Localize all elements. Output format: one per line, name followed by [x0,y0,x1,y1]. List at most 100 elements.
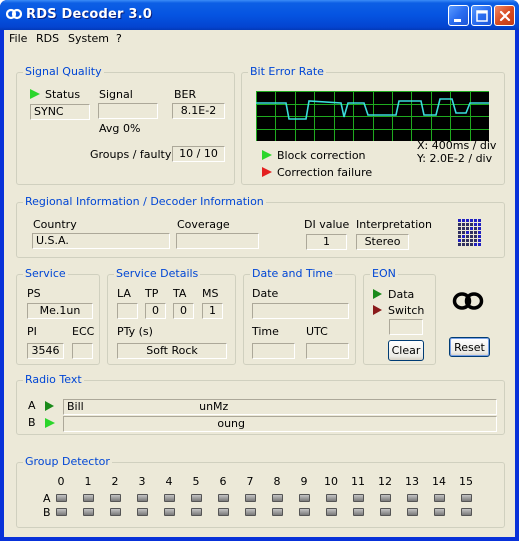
ps-label: PS [27,287,41,300]
gd-led-a-13 [407,494,418,502]
ecc-label: ECC [72,325,95,338]
coverage-value [176,233,259,249]
signal-quality-group: Signal Quality Status SYNC Signal Avg 0%… [16,65,235,185]
matrix-cell [478,243,481,246]
service-details-group: Service Details LA TP 0 TA 0 MS 1 PTy (s… [107,267,236,365]
pty-value: Soft Rock [117,343,227,359]
ber-trace-graph [256,91,490,142]
gd-group-number: 15 [459,475,473,488]
matrix-cell [470,231,473,234]
gd-led-b-8 [272,508,283,516]
minimize-button[interactable] [448,5,469,26]
gd-led-a-0 [56,494,67,502]
matrix-cell [458,219,461,222]
radio-text-a: Bill unMz [63,399,497,415]
eon-data-label: Data [388,288,415,301]
gd-led-a-3 [137,494,148,502]
radio-text-b: oung [63,416,497,432]
ps-value: Me.1un [27,303,93,319]
matrix-cell [474,239,477,242]
y-scale-label: Y: 2.0E-2 / div [417,152,493,165]
matrix-cell [478,231,481,234]
menu-bar: File RDS System ? [4,30,515,48]
menu-rds[interactable]: RDS [36,32,59,45]
group-detector-group: Group Detector A B 0 1 2 3 4 5 6 7 8 9 10 11 12 13 14 1… [16,455,505,528]
matrix-cell [458,223,461,226]
gd-led-b-3 [137,508,148,516]
gd-led-a-7 [245,494,256,502]
client-area: File RDS System ? Signal Quality Status … [4,30,515,537]
gd-led-b-4 [164,508,175,516]
decoder-matrix-icon [457,218,483,248]
title-bar[interactable]: RDS Decoder 3.0 [0,0,519,30]
ms-label: MS [202,287,219,300]
gd-led-a-12 [380,494,391,502]
coverage-label: Coverage [177,218,230,231]
ber-oscilloscope [256,91,490,142]
matrix-cell [470,227,473,230]
gd-led-b-9 [299,508,310,516]
regional-info-title: Regional Information / Decoder Informati… [23,195,266,209]
signal-quality-title: Signal Quality [23,65,104,79]
menu-system[interactable]: System [68,32,109,45]
gd-led-b-1 [83,508,94,516]
window-title: RDS Decoder 3.0 [26,7,153,22]
app-window: RDS Decoder 3.0 File RDS System ? Signal… [0,0,519,541]
app-logo-icon [6,8,22,20]
la-label: LA [117,287,131,300]
clear-button[interactable]: Clear [388,340,424,361]
gd-led-a-2 [110,494,121,502]
matrix-cell [470,235,473,238]
matrix-cell [470,239,473,242]
gd-led-b-6 [218,508,229,516]
gd-group-number: 5 [192,475,200,488]
groups-value: 10 / 10 [172,146,225,162]
matrix-cell [466,223,469,226]
gd-row-a-label: A [43,492,51,505]
matrix-cell [458,239,461,242]
gd-group-number: 8 [273,475,281,488]
matrix-cell [474,235,477,238]
rt-b-label: B [28,416,36,429]
menu-help[interactable]: ? [116,32,122,45]
matrix-cell [462,239,465,242]
gd-led-b-12 [380,508,391,516]
utc-label: UTC [306,325,328,338]
status-indicator-icon [30,89,40,99]
radio-text-title: Radio Text [23,373,84,387]
minimize-icon [454,19,461,22]
block-correction-label: Block correction [277,149,366,162]
tp-value: 0 [145,303,166,319]
ta-label: TA [173,287,187,300]
menu-file[interactable]: File [9,32,27,45]
status-value: SYNC [30,104,90,120]
matrix-cell [466,231,469,234]
matrix-cell [470,219,473,222]
gd-group-number: 12 [378,475,392,488]
matrix-cell [462,227,465,230]
gd-led-a-11 [353,494,364,502]
service-group: Service PS Me.1un PI 3546 ECC [16,267,100,365]
matrix-cell [458,235,461,238]
status-label: Status [45,88,81,101]
maximize-button[interactable] [471,5,492,26]
time-label: Time [252,325,279,338]
reset-button[interactable]: Reset [449,337,490,357]
gd-group-number: 2 [111,475,119,488]
matrix-cell [466,219,469,222]
di-value: 1 [306,234,347,250]
matrix-cell [466,243,469,246]
gd-group-number: 6 [219,475,227,488]
gd-led-a-8 [272,494,283,502]
pi-value: 3546 [27,343,64,359]
groups-label: Groups / faulty [90,148,172,161]
gd-led-b-10 [326,508,337,516]
eon-switch-label: Switch [388,304,425,317]
matrix-cell [466,235,469,238]
close-button[interactable] [494,5,515,26]
matrix-cell [462,235,465,238]
gd-led-b-14 [434,508,445,516]
x-scale-label: X: 400ms / div [417,139,497,152]
bit-error-rate-group: Bit Error Rate Block correction Correcti… [241,65,505,185]
country-value: U.S.A. [32,233,170,249]
